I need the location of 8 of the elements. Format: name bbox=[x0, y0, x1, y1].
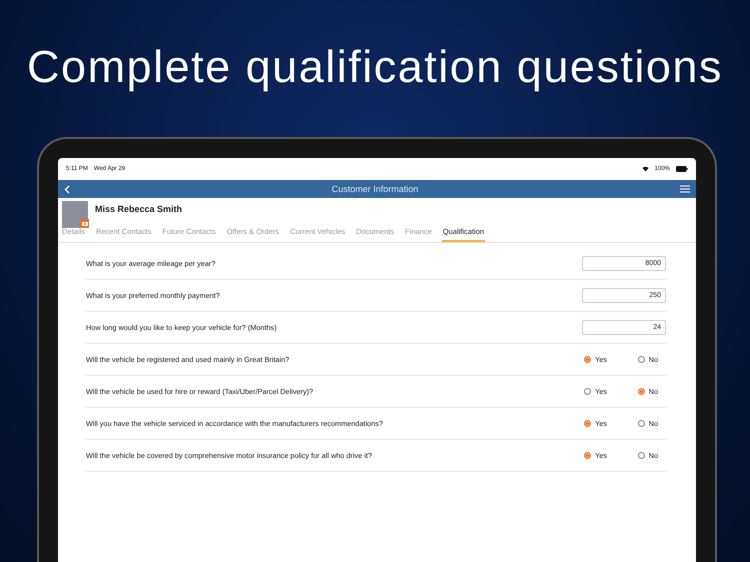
camera-icon[interactable] bbox=[80, 219, 89, 228]
nav-title: Customer Information bbox=[330, 184, 420, 194]
customer-name: Miss Rebecca Smith bbox=[95, 204, 182, 214]
back-button[interactable] bbox=[64, 184, 70, 194]
menu-button[interactable] bbox=[680, 185, 690, 193]
headline: Complete qualification questions bbox=[27, 40, 723, 92]
battery-icon bbox=[676, 166, 688, 172]
wifi-icon bbox=[642, 166, 649, 172]
